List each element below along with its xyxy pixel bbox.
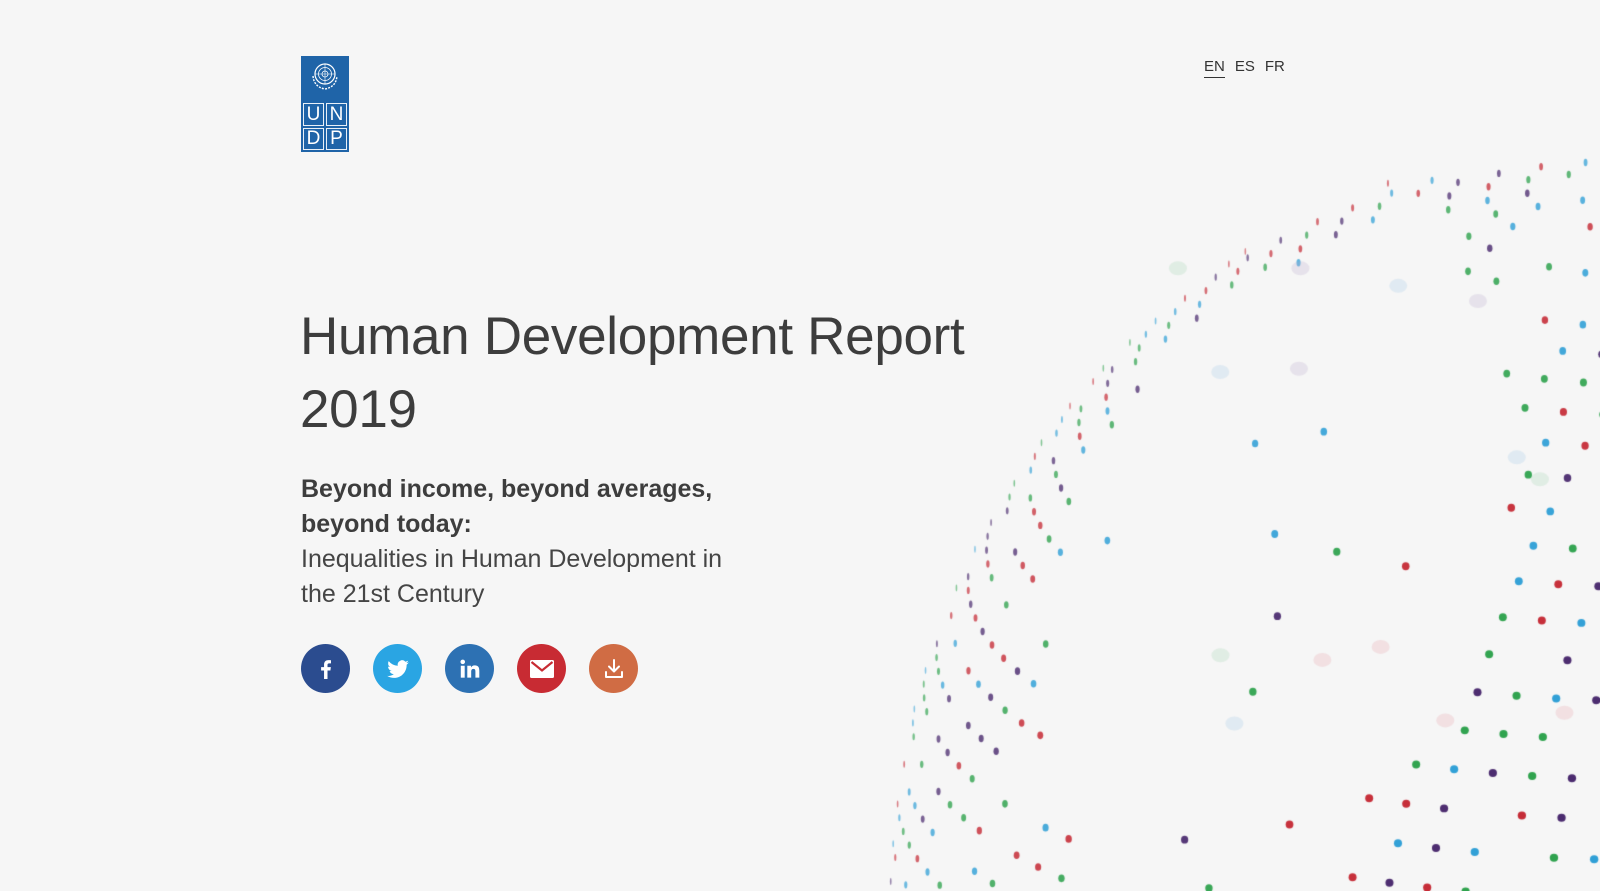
linkedin-share-button[interactable] — [445, 644, 494, 693]
subtitle-line-4: the 21st Century — [301, 580, 485, 608]
download-icon — [604, 658, 623, 678]
linkedin-icon — [459, 659, 479, 678]
logo-letter-d: D — [303, 127, 324, 150]
report-subtitle: Beyond income, beyond averages, beyond t… — [301, 472, 781, 612]
title-line-2: 2019 — [300, 380, 417, 439]
language-link-en[interactable]: EN — [1204, 58, 1225, 78]
share-buttons — [301, 644, 638, 693]
language-link-es[interactable]: ES — [1235, 58, 1255, 78]
twitter-icon — [386, 659, 409, 678]
facebook-icon — [320, 659, 331, 679]
envelope-icon — [529, 659, 554, 678]
logo-letter-p: P — [326, 127, 347, 150]
page-title: Human Development Report 2019 — [300, 300, 965, 446]
facebook-share-button[interactable] — [301, 644, 350, 693]
email-share-button[interactable] — [517, 644, 566, 693]
download-report-button[interactable] — [589, 644, 638, 693]
subtitle-line-3: Inequalities in Human Development in — [301, 545, 723, 573]
logo-letter-u: U — [303, 103, 324, 126]
undp-logo[interactable]: U N D P — [301, 56, 349, 152]
language-link-fr[interactable]: FR — [1265, 58, 1285, 78]
logo-letter-n: N — [326, 103, 347, 126]
language-switcher: EN ES FR — [1204, 58, 1285, 78]
un-emblem-icon — [312, 63, 338, 90]
title-line-1: Human Development Report — [300, 307, 965, 366]
subtitle-bold-line-2: beyond today: — [301, 510, 472, 538]
twitter-share-button[interactable] — [373, 644, 422, 693]
subtitle-bold-line-1: Beyond income, beyond averages, — [301, 475, 713, 503]
